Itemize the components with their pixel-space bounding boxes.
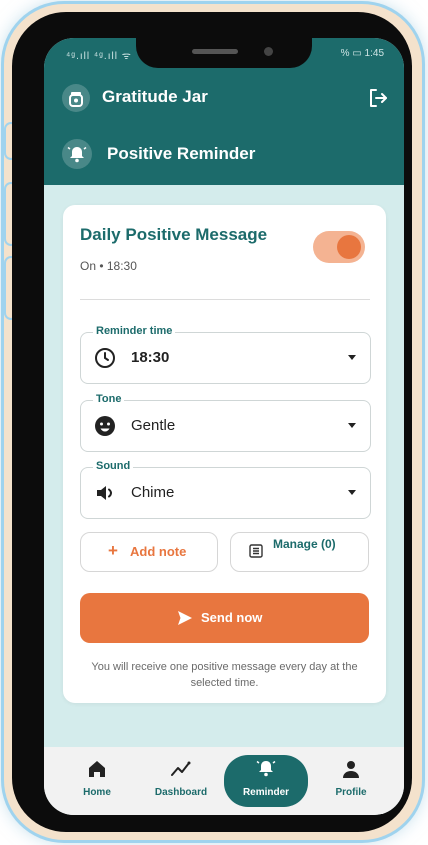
chevron-down-icon: [348, 355, 356, 360]
clock-icon: [93, 346, 117, 370]
send-icon: [177, 610, 193, 626]
section-header: Positive Reminder: [44, 136, 404, 172]
speaker-icon: [93, 481, 117, 505]
camera-icon: [264, 47, 273, 56]
bell-icon: [254, 759, 278, 779]
bell-icon: [62, 139, 92, 169]
manage-label: Manage (0): [273, 537, 336, 551]
app-screen: ⁴ᵍ.ıll ⁴ᵍ.ıll ᯤ % ▭ 1:45 Gratitude Jar P…: [44, 38, 404, 815]
tone-select[interactable]: Tone Gentle: [80, 393, 371, 452]
reminder-toggle[interactable]: [313, 231, 365, 263]
list-icon: [249, 544, 263, 558]
app-title-row: Gratitude Jar: [44, 80, 404, 116]
field-value: Gentle: [131, 417, 176, 434]
plus-icon: +: [108, 541, 118, 560]
chart-icon: [169, 759, 193, 779]
add-note-label: Add note: [130, 544, 187, 559]
field-label: Tone: [93, 393, 125, 405]
sound-select[interactable]: Sound Chime: [80, 460, 371, 519]
card-subtitle: On • 18:30: [80, 259, 137, 273]
app-title: Gratitude Jar: [102, 87, 208, 106]
field-label: Sound: [93, 460, 134, 472]
jar-icon: [62, 84, 90, 112]
field-label: Reminder time: [93, 325, 176, 337]
send-now-label: Send now: [201, 610, 263, 625]
person-icon: [339, 759, 363, 779]
nav-label: Dashboard: [154, 787, 208, 798]
chevron-down-icon: [348, 423, 356, 428]
card-title: Daily Positive Message: [80, 225, 268, 244]
nav-profile[interactable]: Profile: [316, 755, 386, 803]
home-icon: [85, 759, 109, 779]
speaker-grille: [192, 49, 238, 54]
manage-button[interactable]: Manage (0): [230, 532, 369, 572]
nav-home[interactable]: Home: [62, 755, 132, 803]
toggle-knob: [337, 235, 361, 259]
send-now-button[interactable]: Send now: [80, 593, 369, 643]
field-value: Chime: [131, 484, 175, 501]
nav-label: Reminder: [242, 787, 290, 798]
nav-label: Home: [83, 787, 111, 798]
reminder-time-select[interactable]: Reminder time 18:30: [80, 325, 371, 384]
signal-status: ⁴ᵍ.ıll ⁴ᵍ.ıll ᯤ: [66, 51, 132, 62]
divider: [80, 299, 370, 300]
smiley-icon: [93, 414, 117, 438]
info-note: You will receive one positive message ev…: [91, 661, 358, 689]
bottom-nav: Home Dashboard Reminder Profile: [44, 747, 404, 815]
nav-dashboard[interactable]: Dashboard: [146, 755, 216, 803]
nav-reminder[interactable]: Reminder: [224, 755, 308, 807]
add-note-button[interactable]: + Add note: [80, 532, 218, 572]
nav-label: Profile: [335, 787, 367, 798]
reminder-card: Daily Positive Message On • 18:30 Remind…: [63, 205, 386, 703]
battery-time-status: % ▭ 1:45: [340, 48, 384, 59]
logout-icon[interactable]: [366, 86, 390, 110]
field-value: 18:30: [131, 349, 170, 366]
section-title: Positive Reminder: [107, 144, 256, 163]
notch: [136, 38, 312, 68]
chevron-down-icon: [348, 490, 356, 495]
